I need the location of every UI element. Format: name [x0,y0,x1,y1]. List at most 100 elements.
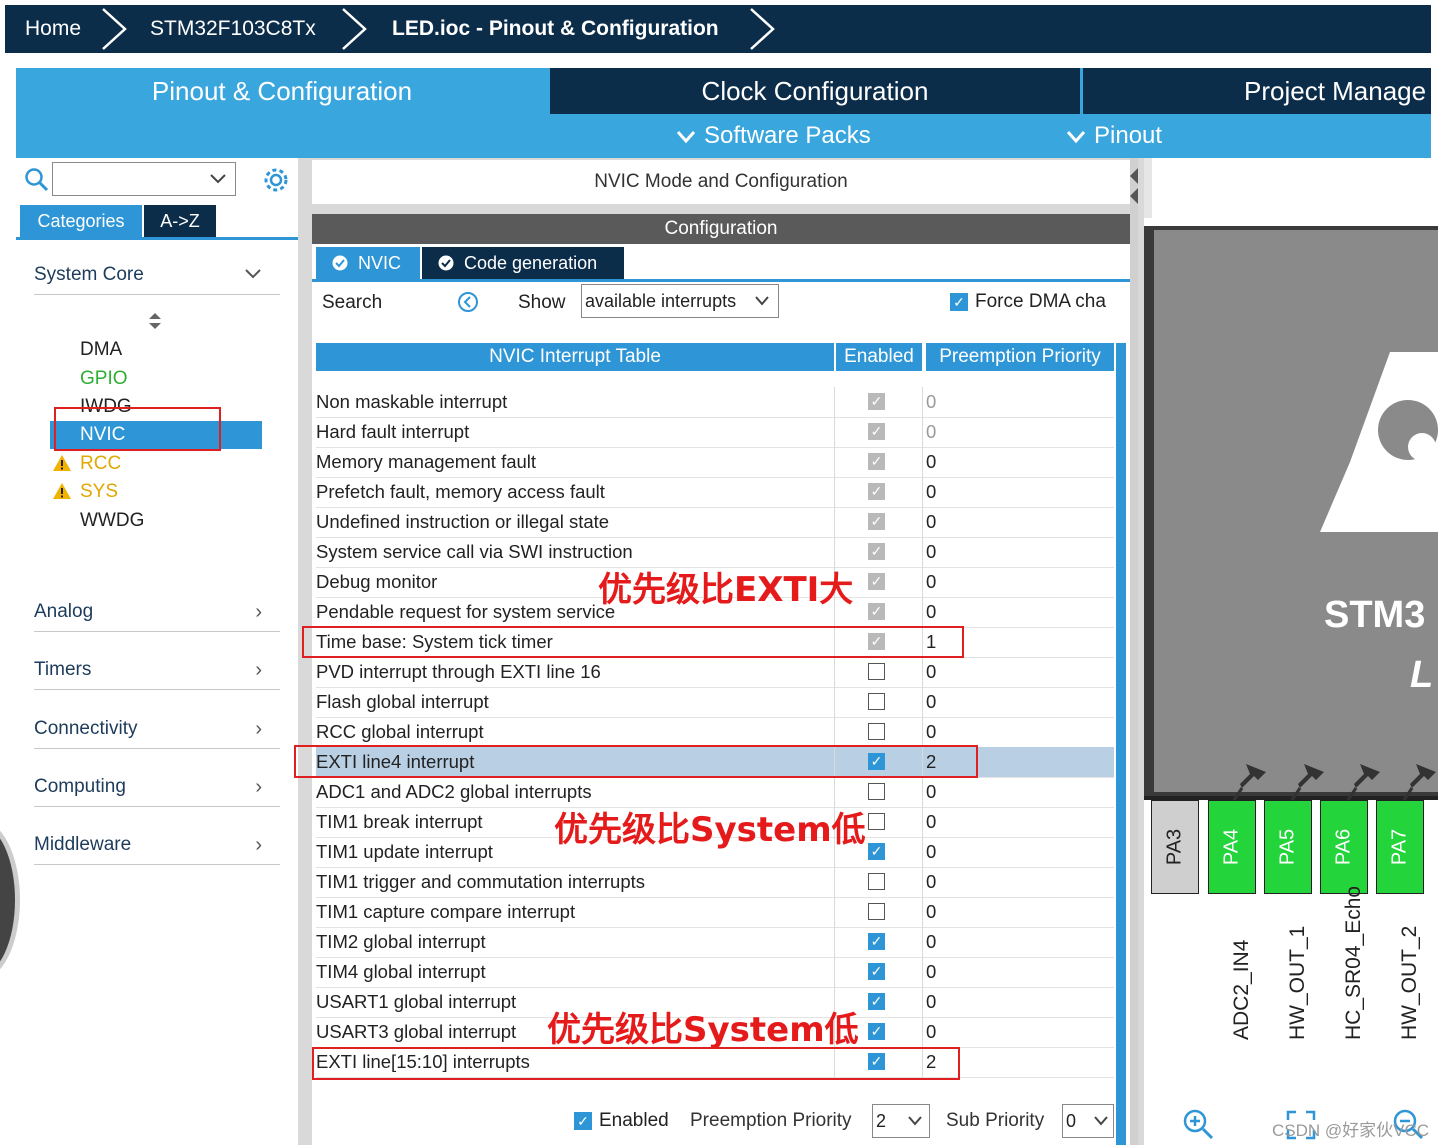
category-connectivity[interactable]: Connectivity › [34,710,280,749]
enabled-checkbox[interactable] [868,783,885,800]
preemption-priority[interactable]: 0 [926,957,936,987]
systick-highlight-box [302,626,964,658]
category-label: System Core [34,264,144,285]
interrupt-row[interactable]: TIM1 trigger and commutation interrupts 0 [316,867,1114,898]
force-dma-checkbox[interactable]: ✓ [950,293,968,311]
preemption-priority[interactable]: 0 [926,657,936,687]
col-header-enabled[interactable]: Enabled [836,343,922,371]
interrupt-row[interactable]: Hard fault interrupt ✓ 0 [316,417,1114,448]
peripheral-rcc[interactable]: RCC [80,452,121,476]
footer-enabled-checkbox[interactable]: ✓ [574,1112,592,1130]
interrupt-name: Flash global interrupt [316,691,489,712]
preemption-priority[interactable]: 0 [926,777,936,807]
preemption-priority[interactable]: 0 [926,597,936,627]
search-icon[interactable] [24,167,50,193]
interrupt-row[interactable]: PVD interrupt through EXTI line 16 0 [316,657,1114,688]
category-middleware[interactable]: Middleware › [34,826,280,865]
pin-label: PA6 [1332,828,1355,866]
preemption-priority[interactable]: 0 [926,687,936,717]
category-computing[interactable]: Computing › [34,768,280,807]
interrupt-row[interactable]: RCC global interrupt 0 [316,717,1114,748]
sort-icon[interactable] [148,312,162,330]
category-search-combo[interactable] [52,162,236,196]
gear-icon[interactable] [262,166,290,194]
preemption-priority[interactable]: 0 [926,897,936,927]
interrupt-row[interactable]: Memory management fault ✓ 0 [316,447,1114,478]
tab-code-generation[interactable]: Code generation [422,247,624,279]
interrupt-row[interactable]: Non maskable interrupt ✓ 0 [316,387,1114,418]
category-system-core[interactable]: System Core [34,256,280,295]
peripheral-wwdg[interactable]: WWDG [80,509,144,533]
chevron-right-icon [750,8,775,50]
tab-nvic-label: NVIC [358,253,402,273]
category-timers[interactable]: Timers › [34,651,280,690]
peripheral-gpio[interactable]: GPIO [80,367,128,391]
preemption-priority[interactable]: 0 [926,1017,936,1047]
enabled-checkbox[interactable] [868,723,885,740]
preemption-priority[interactable]: 0 [926,507,936,537]
enabled-checkbox[interactable] [868,813,885,830]
interrupt-row[interactable]: Flash global interrupt 0 [316,687,1114,718]
tab-project-manager[interactable]: Project Manage [1083,68,1431,114]
enabled-checkbox: ✓ [868,573,885,590]
enabled-checkbox[interactable]: ✓ [868,843,885,860]
category-label: Analog [34,601,94,622]
preemption-priority[interactable]: 0 [926,987,936,1017]
preemption-priority[interactable]: 0 [926,477,936,507]
column-separator [922,987,923,1017]
tab-nvic[interactable]: NVIC [316,247,420,279]
enabled-checkbox[interactable]: ✓ [868,933,885,950]
enabled-checkbox[interactable]: ✓ [868,993,885,1010]
preemption-priority[interactable]: 0 [926,837,936,867]
interrupt-row[interactable]: TIM1 capture compare interrupt 0 [316,897,1114,928]
preemption-priority[interactable]: 0 [926,807,936,837]
preemption-priority[interactable]: 0 [926,537,936,567]
preemption-priority[interactable]: 0 [926,447,936,477]
panel-splitter[interactable] [1144,158,1152,218]
collapse-handle[interactable] [1130,158,1138,1145]
footer-preemption-select[interactable]: 2 [872,1104,930,1138]
peripheral-sys[interactable]: SYS [80,480,118,504]
pin-pa5[interactable]: PA5 [1264,800,1312,894]
preemption-priority[interactable]: 0 [926,717,936,747]
interrupt-name: Non maskable interrupt [316,391,508,412]
enabled-checkbox[interactable] [868,873,885,890]
enabled-checkbox[interactable]: ✓ [868,963,885,980]
interrupt-row[interactable]: Undefined instruction or illegal state ✓ 0 [316,507,1114,538]
tab-clock-configuration[interactable]: Clock Configuration [550,68,1080,114]
peripheral-dma[interactable]: DMA [80,338,122,362]
breadcrumb-device[interactable]: STM32F103C8Tx [150,5,316,53]
category-search-input[interactable] [55,165,205,193]
tab-categories[interactable]: Categories [20,205,142,237]
software-packs-menu[interactable]: Software Packs [676,114,871,158]
tab-pinout-configuration[interactable]: Pinout & Configuration [16,68,548,114]
interrupt-row[interactable]: TIM2 global interrupt ✓ 0 [316,927,1114,958]
category-analog[interactable]: Analog › [34,593,280,632]
col-header-preemption[interactable]: Preemption Priority [926,343,1114,371]
tab-a-to-z[interactable]: A->Z [144,205,216,237]
pin-pa4[interactable]: PA4 [1208,800,1256,894]
enabled-checkbox[interactable] [868,903,885,920]
enabled-checkbox[interactable] [868,693,885,710]
enabled-checkbox[interactable] [868,663,885,680]
preemption-priority[interactable]: 0 [926,567,936,597]
breadcrumb-current[interactable]: LED.ioc - Pinout & Configuration [392,5,719,53]
zoom-in-icon[interactable] [1182,1108,1214,1140]
clear-search-icon[interactable] [457,291,479,313]
enabled-checkbox[interactable]: ✓ [868,1023,885,1040]
pin-pa7[interactable]: PA7 [1376,800,1424,894]
breadcrumb-home[interactable]: Home [25,5,81,53]
pin-pa6[interactable]: PA6 [1320,800,1368,894]
preemption-priority[interactable]: 0 [926,867,936,897]
preemption-priority[interactable]: 0 [926,927,936,957]
show-filter-select[interactable]: available interrupts [581,284,779,318]
vertical-scrollbar[interactable] [1116,343,1126,1145]
interrupt-row[interactable]: Prefetch fault, memory access fault ✓ 0 [316,477,1114,508]
footer-sub-priority-select[interactable]: 0 [1062,1104,1114,1138]
pin-pa3[interactable]: PA3 [1151,800,1199,894]
column-separator [834,447,835,477]
pinout-menu[interactable]: Pinout [1066,114,1162,158]
interrupt-row[interactable]: TIM4 global interrupt ✓ 0 [316,957,1114,988]
chevron-down-icon[interactable] [209,172,227,186]
col-header-table[interactable]: NVIC Interrupt Table [316,343,834,371]
